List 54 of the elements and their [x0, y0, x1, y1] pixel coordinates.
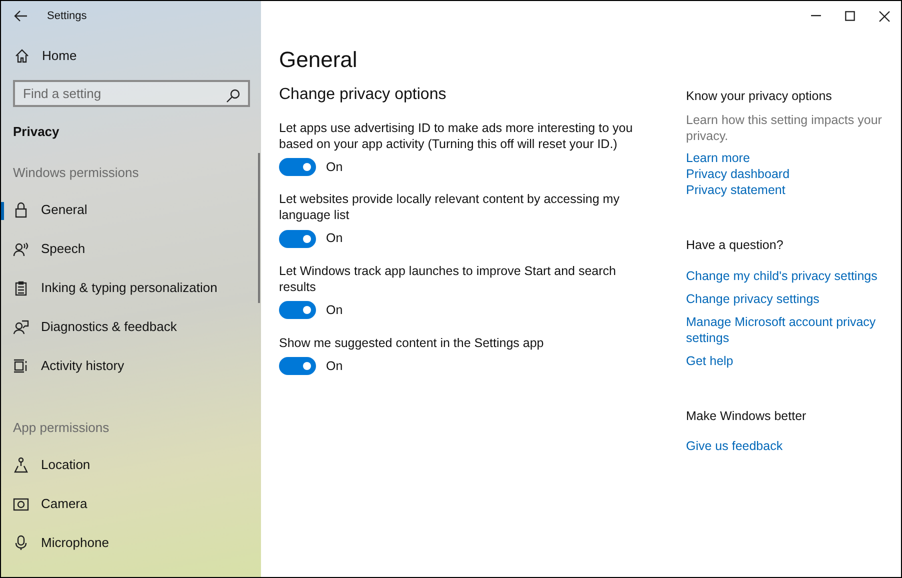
toggle-state: On	[326, 302, 343, 320]
option-description: Let apps use advertising ID to make ads more interesting to you based on your app activity (Turning this off will reset your ID.)	[279, 120, 634, 152]
sidebar-item[interactable]: Camera	[1, 484, 261, 523]
option-description: Let Windows track app launches to improve Start and search results	[279, 263, 617, 296]
aside-link[interactable]: Privacy statement	[686, 182, 884, 198]
toggle-switch[interactable]	[279, 230, 316, 248]
sidebar-item[interactable]: General	[1, 190, 261, 230]
search-icon	[225, 88, 241, 104]
person-pin-icon	[13, 456, 29, 472]
toggle-switch[interactable]	[279, 357, 316, 376]
toggle-state: On	[326, 158, 343, 176]
toggle-switch[interactable]	[279, 301, 316, 320]
clipboard-icon	[13, 280, 29, 296]
person-speaking-icon	[13, 241, 29, 257]
back-arrow-icon	[13, 8, 29, 24]
toggle-state: On	[326, 358, 343, 375]
timeline-icon	[13, 358, 29, 374]
aside-link[interactable]: Change privacy settings	[686, 290, 884, 306]
toggle-switch[interactable]	[279, 158, 316, 176]
aside-heading: Make Windows better	[686, 408, 808, 424]
toggle-state: On	[326, 230, 343, 248]
person-chat-icon	[13, 319, 29, 335]
sidebar-item[interactable]: Speech	[1, 230, 261, 268]
aside-link[interactable]: Give us feedback	[686, 438, 884, 454]
sidebar-item[interactable]: Microphone	[1, 523, 261, 562]
aside-link[interactable]: Manage Microsoft account privacy settings	[686, 314, 884, 346]
sidebar-item[interactable]: Activity history	[1, 346, 261, 386]
section-title: Privacy	[12, 122, 60, 141]
lock-icon	[13, 202, 29, 218]
aside-heading: Know your privacy options	[686, 88, 833, 105]
microphone-icon	[13, 534, 29, 550]
aside-link[interactable]: Get help	[686, 352, 884, 368]
aside-link[interactable]: Privacy dashboard	[686, 166, 884, 182]
aside-text: Learn how this setting impacts your privacy.	[686, 112, 883, 144]
maximize-icon	[845, 11, 855, 21]
close-icon	[878, 10, 890, 22]
aside-heading: Have a question?	[686, 236, 784, 254]
group-heading: Windows permissions	[12, 164, 140, 182]
aside-link[interactable]: Learn more	[686, 150, 884, 166]
camera-icon	[13, 496, 29, 512]
home-link[interactable]: Home	[1, 31, 261, 76]
home-icon	[14, 48, 30, 64]
option-description: Show me suggested content in the Settings app	[279, 334, 545, 351]
minimize-icon	[811, 15, 821, 17]
search-field[interactable]: Find a setting	[13, 80, 250, 106]
section-heading: Change privacy options	[279, 85, 448, 105]
group-heading: App permissions	[12, 418, 110, 437]
aside-link[interactable]: Change my child's privacy settings	[686, 268, 884, 284]
window-title: Settings	[47, 8, 87, 24]
sidebar-item[interactable]: Location	[1, 445, 261, 484]
sidebar-item[interactable]: Diagnostics & feedback	[1, 308, 261, 346]
option-description: Let websites provide locally relevant content by accessing my language list	[279, 191, 620, 224]
page-title: General	[279, 47, 358, 74]
sidebar-item[interactable]: Inking & typing personalization	[1, 268, 261, 308]
